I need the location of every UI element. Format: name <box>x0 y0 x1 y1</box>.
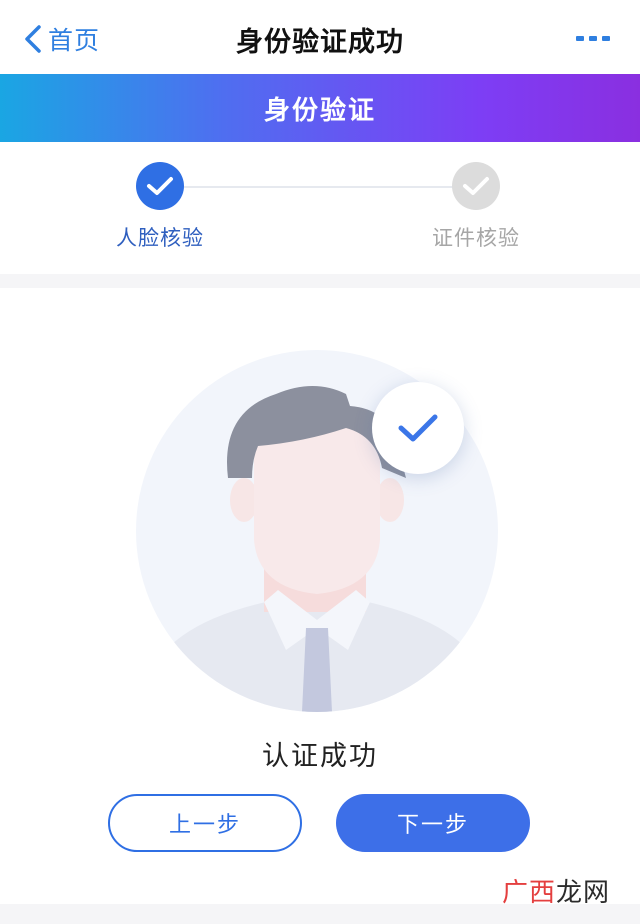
watermark-part1: 广西 <box>501 878 556 908</box>
step-indicator: 人脸核验 证件核验 <box>0 142 640 274</box>
step-label: 证件核验 <box>432 226 520 250</box>
step-done-indicator <box>136 162 184 210</box>
next-step-button[interactable]: 下一步 <box>336 794 530 852</box>
watermark-part2: 龙网 <box>555 878 610 908</box>
step-id-verify: 证件核验 <box>396 162 556 252</box>
page-title: 身份验证成功 <box>236 27 404 58</box>
main-card: 认证成功 上一步 下一步 <box>0 288 640 904</box>
watermark: 广西龙网 <box>502 872 610 909</box>
banner: 身份验证 <box>0 74 640 142</box>
step-label: 人脸核验 <box>116 226 204 250</box>
step-pending-indicator <box>452 162 500 210</box>
result-text: 认证成功 <box>262 741 378 772</box>
success-check-badge <box>372 382 464 474</box>
check-icon <box>398 414 438 442</box>
check-icon <box>463 177 489 195</box>
navigation-bar: 首页 身份验证成功 <box>0 0 640 74</box>
previous-step-button[interactable]: 上一步 <box>108 794 302 852</box>
banner-title: 身份验证 <box>263 95 376 126</box>
check-icon <box>147 177 173 195</box>
more-dots-icon[interactable] <box>576 28 610 48</box>
step-face-verify: 人脸核验 <box>80 162 240 252</box>
